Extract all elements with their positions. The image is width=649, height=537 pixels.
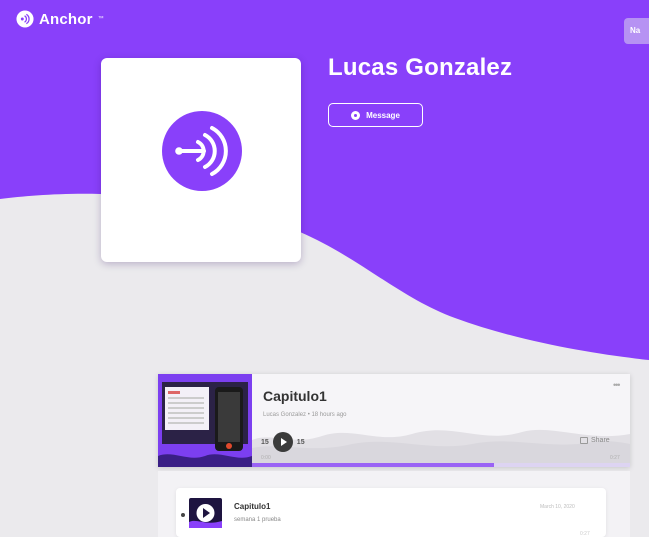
share-button[interactable]: Share (580, 437, 610, 444)
anchor-signal-icon (162, 111, 242, 191)
episode-play-thumbnail-icon[interactable] (189, 498, 222, 528)
skip-back-button[interactable]: 15 (261, 439, 269, 446)
episode-date: March 10, 2020 (540, 504, 575, 510)
podcast-title: Lucas Gonzalez (328, 54, 513, 81)
episode-bullet-icon (181, 513, 185, 517)
hero-background (0, 0, 649, 360)
brand-name: Anchor (39, 10, 93, 28)
anchor-logo-icon (16, 10, 34, 28)
skip-forward-button[interactable]: 15 (297, 439, 305, 446)
anchor-logo[interactable]: Anchor ™ (16, 10, 104, 28)
podcast-cover-art (101, 58, 301, 262)
share-label: Share (591, 437, 610, 444)
play-button[interactable] (272, 432, 293, 452)
time-elapsed: 0:00 (261, 455, 271, 461)
message-button[interactable]: Message (328, 103, 423, 127)
episode-thumbnail[interactable] (158, 374, 252, 467)
player-episode-meta: Lucas Gonzalez • 18 hours ago (263, 412, 347, 418)
time-total: 0:27 (610, 455, 620, 461)
player-more-button[interactable]: ••• (613, 380, 621, 390)
episode-duration: 0:27 (580, 531, 590, 537)
episode-title[interactable]: Capitulo1 (234, 502, 270, 511)
message-icon (351, 110, 361, 120)
progress-fill (252, 463, 494, 467)
player-controls: 15 15 (261, 432, 305, 452)
share-icon (580, 437, 588, 444)
top-bar: Anchor ™ Na (0, 0, 649, 44)
episode-list: Capitulo1 semana 1 prueba March 10, 2020… (158, 471, 630, 537)
message-button-label: Message (366, 110, 400, 120)
header-corner-button[interactable]: Na (624, 18, 649, 44)
episode-list-item[interactable]: Capitulo1 semana 1 prueba March 10, 2020… (176, 488, 606, 537)
brand-trademark: ™ (97, 16, 104, 22)
episode-description: semana 1 prueba (234, 517, 281, 523)
episode-player: Capitulo1 Lucas Gonzalez • 18 hours ago … (158, 374, 630, 467)
progress-bar[interactable] (252, 463, 630, 467)
player-waveform (252, 429, 630, 467)
player-episode-title[interactable]: Capitulo1 (263, 388, 327, 404)
